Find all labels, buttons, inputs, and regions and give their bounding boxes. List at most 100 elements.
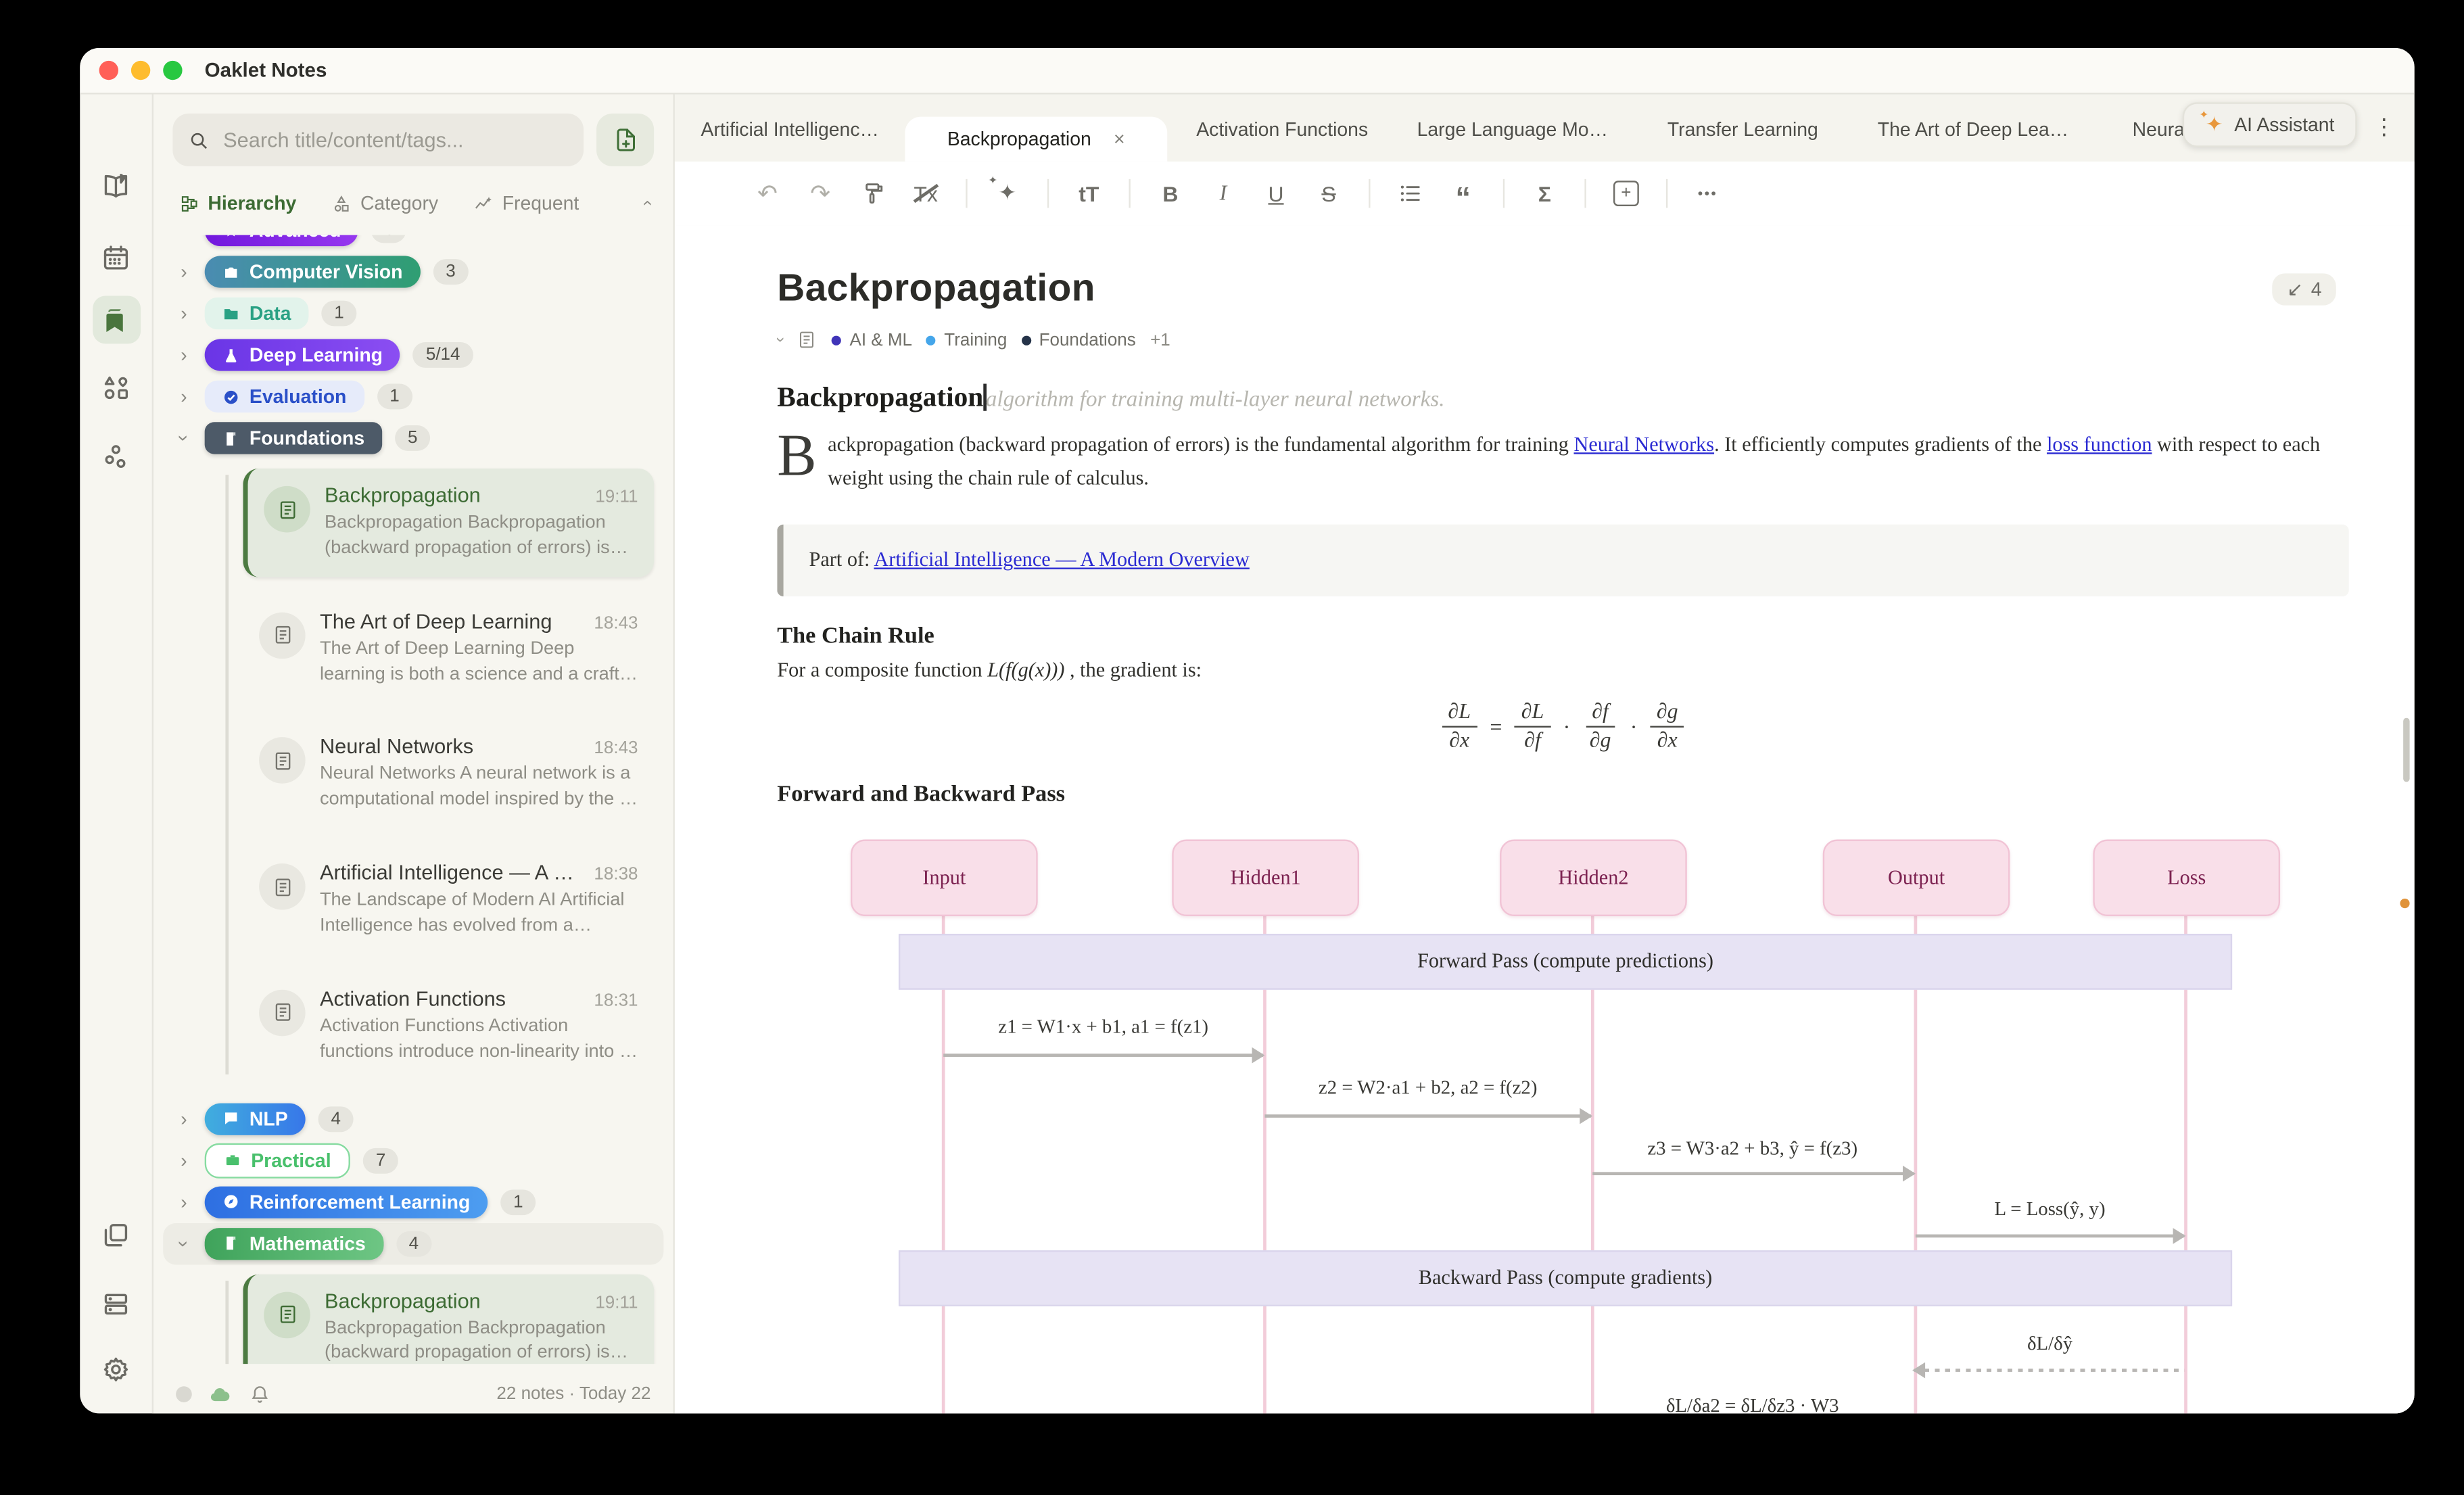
- collapse-tree-chevron-icon[interactable]: ›: [638, 200, 657, 206]
- message-arrow-back: [1914, 1369, 2185, 1372]
- body-paragraph: Backpropagation (backward propagation of…: [777, 429, 2336, 495]
- chain-rule-formula: ∂L∂x = ∂L∂f · ∂f∂g · ∂g∂x: [777, 699, 2349, 755]
- doc-tab-art-of-deep-learning[interactable]: The Art of Deep Lea…: [1858, 97, 2089, 162]
- backward-pass-band: Backward Pass (compute gradients): [899, 1251, 2232, 1307]
- tag-foundations[interactable]: Foundations: [1022, 330, 1136, 349]
- tree-item-reinforcement-learning[interactable]: › Reinforcement Learning 1: [153, 1181, 673, 1223]
- tree-item-data[interactable]: › Data 1: [153, 293, 673, 334]
- note-title: Backpropagation: [325, 483, 582, 506]
- section-heading-forward-backward: Forward and Backward Pass: [777, 782, 2349, 809]
- note-snippet: Backpropagation Backpropagation (backwar…: [325, 512, 638, 563]
- editor-pane[interactable]: Backpropagation ↙ 4 › AI & ML Training F…: [675, 225, 2415, 1413]
- note-snippet: Neural Networks A neural network is a co…: [320, 763, 638, 814]
- doc-tab-artificial-intelligence[interactable]: Artificial Intelligenc…: [675, 97, 905, 162]
- categories-shapes-icon[interactable]: [92, 363, 140, 411]
- actor-hidden2: Hidden2: [1500, 840, 1687, 917]
- new-note-button[interactable]: [596, 114, 654, 166]
- icon-rail: [80, 95, 153, 1414]
- doc-tab-large-language-models[interactable]: Large Language Mo…: [1397, 97, 1628, 162]
- count-badge: 1: [377, 384, 412, 410]
- library-book-icon[interactable]: [92, 162, 140, 210]
- tab-frequent[interactable]: Frequent: [473, 192, 579, 214]
- settings-gear-icon[interactable]: [92, 1345, 140, 1393]
- help-icon[interactable]: [92, 1407, 140, 1413]
- avatar[interactable]: [176, 1386, 192, 1402]
- bell-icon[interactable]: [248, 1382, 272, 1406]
- sidebar-footer: 22 notes · Today 22: [153, 1373, 673, 1413]
- ai-assistant-button[interactable]: ✦ AI Assistant: [2183, 102, 2357, 147]
- zoom-window-button[interactable]: [163, 61, 182, 80]
- clear-format-button[interactable]: Tx: [913, 177, 939, 209]
- bold-button[interactable]: B: [1158, 177, 1183, 209]
- text-size-button[interactable]: tT: [1076, 177, 1101, 209]
- redo-button[interactable]: ↷: [807, 177, 833, 209]
- editor-scrollbar[interactable]: [2403, 718, 2409, 782]
- tag-training[interactable]: Training: [926, 330, 1007, 349]
- link-neural-networks[interactable]: Neural Networks: [1573, 433, 1714, 456]
- note-item-art-of-deep-learning[interactable]: The Art of Deep Learning18:43 The Art of…: [243, 594, 654, 703]
- tree-item-advanced[interactable]: › Advanced 3: [153, 235, 673, 252]
- message-arrow: [1264, 1115, 1590, 1118]
- folder-icon: [222, 304, 240, 322]
- math-sigma-button[interactable]: Σ: [1532, 177, 1557, 209]
- backlinks-button[interactable]: ↙ 4: [2273, 273, 2336, 305]
- tree-item-deep-learning[interactable]: › Deep Learning 5/14: [153, 334, 673, 375]
- note-doc-icon: [259, 989, 306, 1036]
- tree-item-practical[interactable]: › Practical 7: [153, 1139, 673, 1181]
- italic-button[interactable]: I: [1210, 177, 1236, 209]
- duplicate-icon[interactable]: [92, 1210, 140, 1258]
- calendar-icon[interactable]: [92, 233, 140, 281]
- message-label: δL/δŷ: [2027, 1332, 2072, 1356]
- tab-category[interactable]: Category: [331, 192, 438, 214]
- sync-cloud-icon: [208, 1382, 231, 1406]
- database-archive-icon[interactable]: [92, 1279, 140, 1327]
- note-item-artificial-intelligence[interactable]: Artificial Intelligence — A …18:38 The L…: [243, 846, 654, 954]
- chevron-icon: ›: [172, 1235, 195, 1252]
- underline-button[interactable]: U: [1263, 177, 1289, 209]
- tree-item-evaluation[interactable]: › Evaluation 1: [153, 376, 673, 417]
- note-time: 19:11: [595, 1293, 638, 1312]
- message-label: z1 = W1·x + b1, a1 = f(z1): [998, 1016, 1208, 1039]
- chain-rule-intro: For a composite function L(f(g(x))) , th…: [777, 659, 2349, 683]
- search-box[interactable]: [172, 114, 584, 166]
- strikethrough-button[interactable]: S: [1316, 177, 1342, 209]
- more-tags-badge[interactable]: +1: [1150, 330, 1170, 349]
- link-parent-note[interactable]: Artificial Intelligence — A Modern Overv…: [874, 549, 1249, 571]
- actor-hidden1: Hidden1: [1172, 840, 1359, 917]
- ai-sparkle-button[interactable]: ✦: [995, 177, 1020, 209]
- tree-item-nlp[interactable]: › NLP 4: [153, 1098, 673, 1139]
- doc-tab-transfer-learning[interactable]: Transfer Learning: [1628, 97, 1858, 162]
- document-icon: [797, 329, 818, 350]
- camera-icon: [222, 263, 240, 281]
- tag-ai-ml[interactable]: AI & ML: [832, 330, 912, 349]
- note-item-activation-functions[interactable]: Activation Functions18:31 Activation Fun…: [243, 972, 654, 1080]
- bookmarks-icon[interactable]: [92, 295, 140, 343]
- tree-item-foundations[interactable]: › Foundations 5: [153, 417, 673, 458]
- bullet-list-button[interactable]: [1398, 177, 1423, 209]
- chevron-down-icon[interactable]: ›: [771, 337, 788, 343]
- note-item-backpropagation[interactable]: Backpropagation19:11 Backpropagation Bac…: [243, 469, 654, 577]
- undo-button[interactable]: ↶: [755, 177, 780, 209]
- tree-item-computer-vision[interactable]: › Computer Vision 3: [153, 251, 673, 292]
- chevron-icon: ›: [176, 260, 192, 283]
- note-item-neural-networks[interactable]: Neural Networks18:43 Neural Networks A n…: [243, 720, 654, 828]
- serif-heading-row: Backpropagationalgorithm for training mu…: [777, 381, 2349, 414]
- close-tab-icon[interactable]: ×: [1114, 117, 1125, 162]
- close-window-button[interactable]: [99, 61, 118, 80]
- search-input[interactable]: [220, 126, 567, 153]
- doc-tab-backpropagation[interactable]: Backpropagation ×: [905, 117, 1166, 162]
- more-menu-icon[interactable]: ⋮: [2373, 114, 2395, 141]
- actor-input: Input: [851, 840, 1038, 917]
- minimize-window-button[interactable]: [131, 61, 150, 80]
- tree-item-mathematics[interactable]: › Mathematics 4: [163, 1223, 663, 1264]
- tab-hierarchy[interactable]: Hierarchy: [179, 192, 297, 214]
- section-heading-chain-rule: The Chain Rule: [777, 624, 2349, 651]
- format-paint-button[interactable]: [860, 177, 886, 209]
- graph-nodes-icon[interactable]: [92, 431, 140, 479]
- link-loss-function[interactable]: loss function: [2047, 433, 2152, 456]
- blockquote-button[interactable]: “: [1450, 171, 1476, 216]
- doc-tab-activation-functions[interactable]: Activation Functions: [1167, 97, 1398, 162]
- toolbar-more-button[interactable]: •••: [1695, 177, 1721, 209]
- insert-block-button[interactable]: +: [1613, 177, 1639, 209]
- note-item-backpropagation-math[interactable]: Backpropagation19:11 Backpropagation Bac…: [243, 1274, 654, 1364]
